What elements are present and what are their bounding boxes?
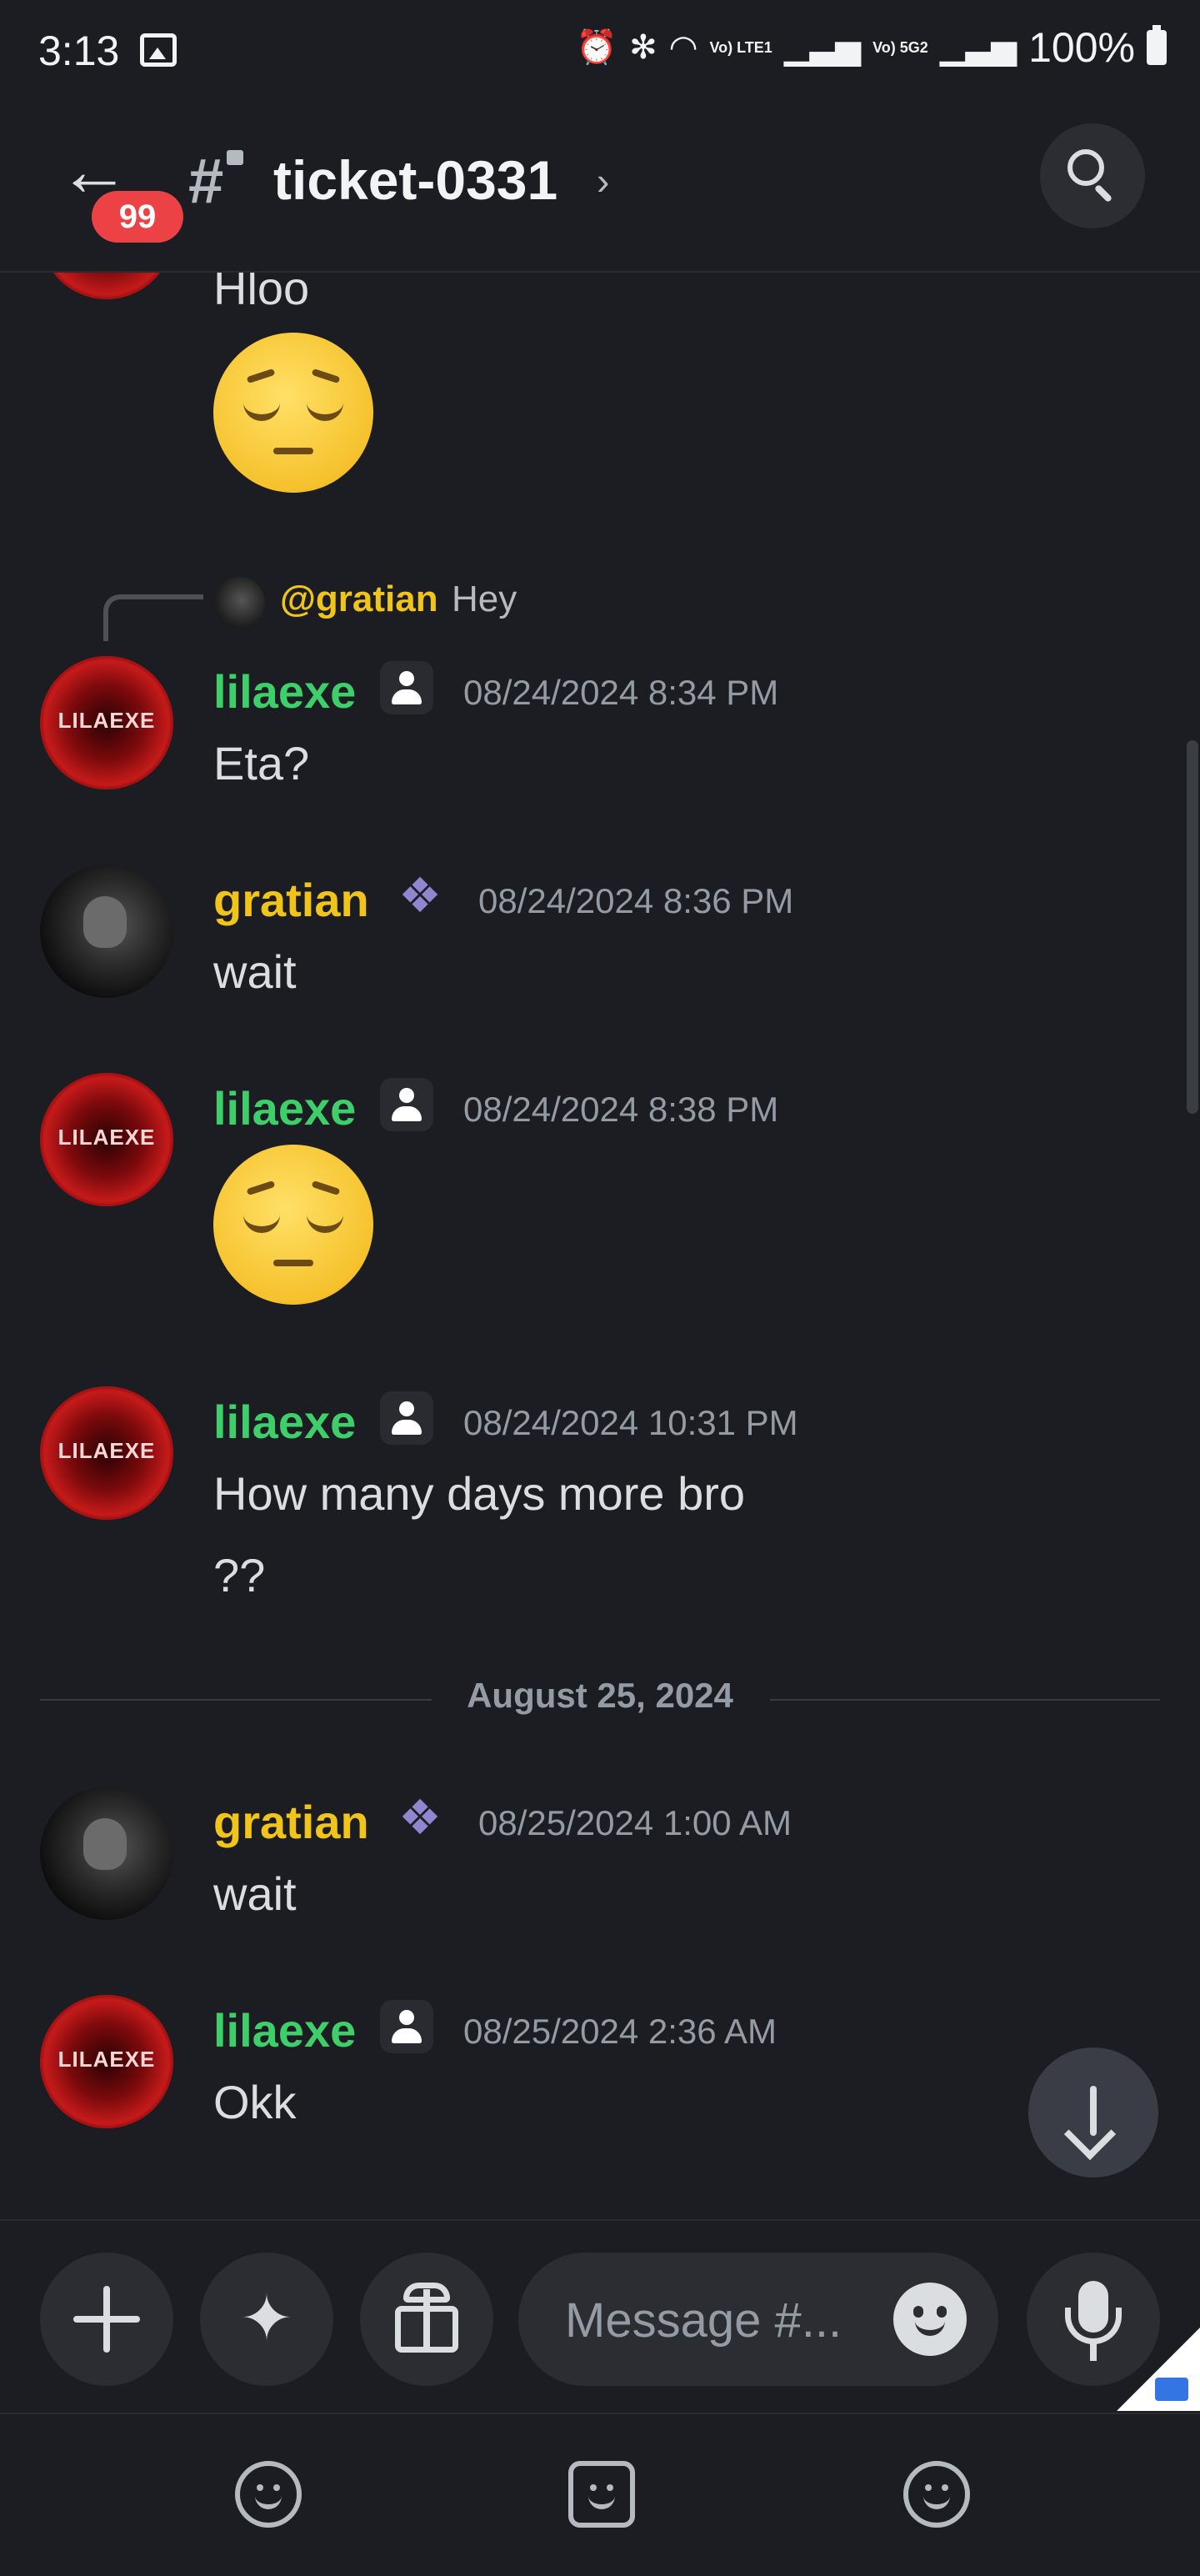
reply-mention[interactable]: @gratian: [280, 579, 438, 620]
avatar-gratian[interactable]: [40, 1787, 173, 1920]
network-label-1: Vo) LTE1: [709, 39, 772, 56]
mic-icon-arc: [1065, 2308, 1122, 2344]
nav-emoji-icon-1[interactable]: [235, 2461, 302, 2528]
avatar-text: LILAEXE: [58, 1125, 156, 1150]
avatar-gratian[interactable]: [40, 865, 173, 998]
avatar-text: LILAEXE: [58, 2047, 156, 2072]
avatar-text: LILAEXE: [58, 708, 156, 733]
status-bar: 3:13 ⏰ ✻ ◠ Vo) LTE1 ▁▃▅ Vo) 5G2 ▁▃▅ 100%: [0, 0, 1200, 108]
message-feed[interactable]: Hloo @gratian Hey LILAEXE lilaexe 08/24/…: [0, 273, 1200, 2219]
chevron-right-icon[interactable]: ›: [597, 158, 609, 203]
signal-icon: ▁▃▅: [783, 29, 862, 66]
avatar-lilaexe[interactable]: LILAEXE: [40, 1995, 173, 2128]
lock-icon: [227, 150, 243, 165]
avatar-lilaexe[interactable]: [40, 273, 173, 299]
reply-connector: [103, 594, 203, 641]
message-timestamp: 08/24/2024 8:38 PM: [463, 1090, 779, 1129]
status-icons: ⏰ ✻ ◠ Vo) LTE1 ▁▃▅ Vo) 5G2 ▁▃▅ 100%: [576, 23, 1167, 72]
plus-icon-v: [103, 2286, 110, 2353]
date-divider-label: August 25, 2024: [467, 1676, 733, 1715]
message-text: wait: [213, 945, 297, 998]
search-icon: [1068, 149, 1104, 186]
apps-button[interactable]: ✦: [200, 2253, 333, 2386]
role-person-icon: [380, 1078, 433, 1131]
locked-channel-icon: #: [188, 146, 224, 217]
search-icon-handle: [1093, 183, 1113, 203]
role-person-icon: [380, 661, 433, 714]
status-time: 3:13: [38, 28, 120, 74]
username-gratian[interactable]: gratian: [213, 873, 369, 927]
mascot-badge-icon: ❖: [398, 869, 442, 923]
unread-badge: 99: [92, 191, 183, 243]
reply-preview-text[interactable]: Hey: [452, 579, 517, 620]
bluetooth-icon: ✻: [629, 29, 658, 66]
emoji-icon-mouth: [915, 2321, 945, 2336]
gift-icon-ribbon: [423, 2289, 430, 2353]
jump-to-latest-button[interactable]: [1028, 2047, 1158, 2178]
role-person-icon: [380, 2000, 433, 2053]
message-text: wait: [213, 1867, 297, 1920]
search-button[interactable]: [1040, 123, 1145, 228]
role-person-icon: [380, 1391, 433, 1445]
signal-icon-2: ▁▃▅: [939, 29, 1018, 66]
reply-avatar: [213, 577, 265, 629]
channel-title[interactable]: ticket-0331: [273, 148, 558, 212]
nav-emoji-icon-2[interactable]: [568, 2461, 635, 2528]
alarm-icon: ⏰: [576, 29, 618, 66]
message-text: Eta?: [213, 737, 310, 789]
avatar-text: LILAEXE: [58, 1438, 156, 1463]
message-text: Okk: [213, 2076, 297, 2128]
pensive-face-emoji: [213, 1145, 373, 1305]
mic-icon-stand: [1090, 2343, 1097, 2361]
nav-emoji-icon-3[interactable]: [903, 2461, 970, 2528]
wifi-icon: ◠: [668, 29, 698, 66]
folder-upload-icon: [1155, 2378, 1188, 2401]
battery-icon: [1147, 25, 1167, 65]
message-timestamp: 08/25/2024 2:36 AM: [463, 2012, 777, 2051]
emoji-picker-button[interactable]: [893, 2283, 967, 2356]
avatar-lilaexe[interactable]: LILAEXE: [40, 1073, 173, 1206]
username-gratian[interactable]: gratian: [213, 1795, 369, 1849]
battery-percent: 100%: [1028, 24, 1135, 71]
message-text: Hloo: [213, 273, 310, 314]
mascot-badge-icon: ❖: [398, 1791, 442, 1845]
pensive-face-emoji: [213, 333, 373, 493]
gallery-icon: [140, 33, 177, 67]
message-text-line1: How many days more bro: [213, 1467, 746, 1520]
message-input-container[interactable]: [518, 2253, 998, 2386]
avatar-lilaexe[interactable]: LILAEXE: [40, 656, 173, 789]
username-lilaexe[interactable]: lilaexe: [213, 2003, 356, 2057]
message-timestamp: 08/24/2024 8:34 PM: [463, 673, 779, 712]
message-input[interactable]: [563, 2286, 883, 2354]
username-lilaexe[interactable]: lilaexe: [213, 1081, 356, 1135]
avatar-lilaexe[interactable]: LILAEXE: [40, 1386, 173, 1520]
emoji-icon-eye: [937, 2306, 947, 2318]
emoji-icon: [913, 2306, 923, 2318]
message-text-line2: ??: [213, 1549, 266, 1601]
add-attachment-button[interactable]: [40, 2253, 173, 2386]
apps-icon: ✦: [240, 2283, 293, 2354]
scrollbar[interactable]: [1187, 740, 1198, 1114]
message-timestamp: 08/24/2024 8:36 PM: [478, 881, 794, 920]
username-lilaexe[interactable]: lilaexe: [213, 1395, 356, 1449]
username-lilaexe[interactable]: lilaexe: [213, 664, 356, 719]
arrow-down-icon-head: [1063, 2107, 1117, 2161]
network-label-2: Vo) 5G2: [872, 39, 928, 56]
message-timestamp: 08/25/2024 1:00 AM: [478, 1803, 792, 1842]
message-timestamp: 08/24/2024 10:31 PM: [463, 1403, 798, 1442]
gift-button[interactable]: [360, 2253, 493, 2386]
